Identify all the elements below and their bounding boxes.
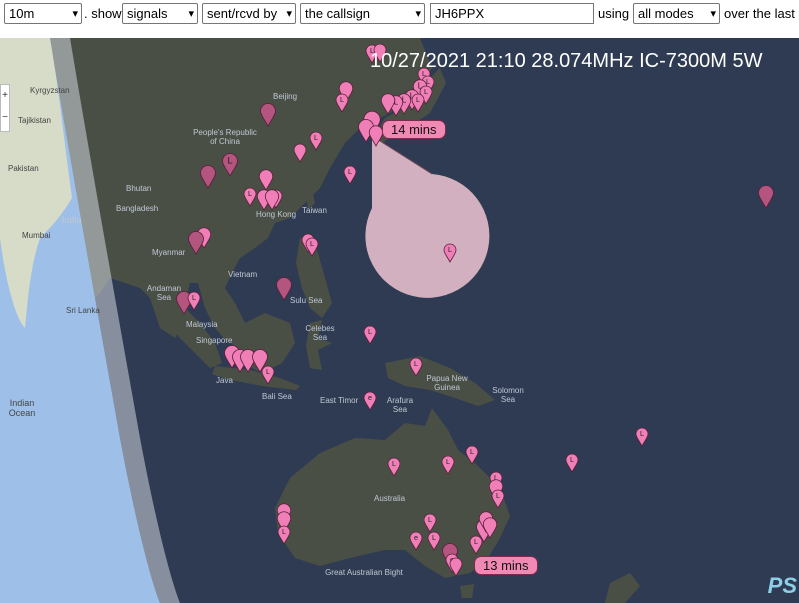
callsign-input[interactable]: JH6PPX (430, 3, 594, 24)
direction-select[interactable]: sent/rcvd by ▾ (202, 3, 296, 24)
time-tag-australia: 13 mins (474, 556, 538, 575)
map-label-beijing: Beijing (273, 92, 298, 101)
spot-marker-glyph: L (470, 447, 474, 456)
spot-marker-glyph: L (570, 455, 574, 464)
map-label-indianocean: Indian Ocean (8, 398, 36, 418)
spot-marker-glyph: L (496, 491, 500, 500)
spot-marker-glyph: e (368, 393, 372, 402)
show-label: . show (84, 6, 122, 21)
map-label-hongkong: Hong Kong (256, 210, 297, 219)
band-select[interactable]: 10m ▾ (4, 3, 82, 24)
spot-marker-glyph: L (248, 189, 252, 198)
spot-marker-glyph: L (314, 133, 318, 142)
map-label-bight: Great Australian Bight (325, 568, 403, 577)
over-label: over the last (724, 6, 795, 21)
map-label-png: Papua New Guinea (426, 374, 468, 392)
chevron-down-icon: ▾ (415, 8, 421, 20)
target-select[interactable]: the callsign ▾ (300, 3, 425, 24)
spot-marker-glyph: L (640, 429, 644, 438)
time-tag-japan: 14 mins (382, 120, 446, 139)
map-label-srilanka: Sri Lanka (66, 306, 100, 315)
target-select-value: the callsign (305, 6, 371, 21)
map-label-mumbai: Mumbai (22, 231, 51, 240)
map-label-sulu: Sulu Sea (290, 296, 323, 305)
spot-marker-glyph: L (392, 459, 396, 468)
map-label-pakistan: Pakistan (8, 164, 39, 173)
map-label-andaman: Andaman Sea (146, 284, 182, 302)
spot-marker-glyph: L (368, 327, 372, 336)
chevron-down-icon: ▾ (72, 8, 78, 20)
map-label-easttimor: East Timor (320, 396, 359, 405)
map-label-china: People's Republic of China (193, 128, 257, 146)
spot-marker-glyph: L (227, 155, 232, 165)
spot-marker-glyph: e (414, 533, 418, 542)
map-label-myanmar: Myanmar (152, 248, 186, 257)
map-label-malaysia: Malaysia (186, 320, 218, 329)
map-label-vietnam: Vietnam (228, 270, 258, 279)
zoom-control: + − (0, 84, 10, 132)
zoom-out-button[interactable]: − (1, 107, 9, 129)
chevron-down-icon: ▾ (710, 8, 716, 20)
map-label-india: India (62, 215, 82, 225)
map-title: 10/27/2021 21:10 28.074MHz IC-7300M 5W (370, 50, 763, 72)
direction-select-value: sent/rcvd by (207, 6, 278, 21)
using-label: using (598, 6, 630, 21)
mode-select-value: all modes (638, 6, 694, 21)
band-select-value: 10m (9, 6, 35, 21)
map-label-java: Java (216, 376, 233, 385)
map-label-celebes: Celebes Sea (305, 324, 335, 342)
map-label-australia: Australia (374, 494, 406, 503)
spot-marker-glyph: L (414, 359, 418, 368)
zoom-in-button[interactable]: + (1, 85, 9, 107)
chevron-down-icon: ▾ (286, 8, 292, 20)
chevron-down-icon: ▾ (188, 8, 194, 20)
spot-marker-glyph: L (428, 515, 432, 524)
map-label-tajikistan: Tajikistan (18, 116, 51, 125)
show-select-value: signals (127, 6, 168, 21)
map-label-bali: Bali Sea (262, 392, 292, 401)
spot-marker-glyph: L (424, 87, 428, 96)
map-label-bangladesh: Bangladesh (116, 204, 159, 213)
map-label-kyrgyzstan: Kyrgyzstan (30, 86, 70, 95)
callsign-input-value: JH6PPX (435, 6, 485, 21)
map-label-arafura: Arafura Sea (386, 396, 414, 414)
spot-marker-glyph: L (446, 457, 450, 466)
spot-marker-glyph: L (266, 367, 270, 376)
spot-marker-glyph: L (416, 95, 420, 104)
tasmania-landmass (460, 584, 474, 598)
spot-marker-glyph: L (282, 527, 286, 536)
control-bar: 10m ▾ . show signals ▾ sent/rcvd by ▾ th… (0, 0, 799, 38)
map-label-taiwan: Taiwan (302, 206, 327, 215)
map-label-solomon: Solomon Sea (492, 386, 524, 404)
spot-marker-glyph: L (474, 537, 478, 546)
map-label-singapore: Singapore (196, 336, 233, 345)
spot-marker-glyph: L (432, 533, 436, 542)
brand-logo: PS (767, 573, 797, 598)
spot-marker-glyph: L (340, 95, 344, 104)
spot-marker-glyph: L (310, 239, 314, 248)
spot-marker-glyph: L (192, 293, 196, 302)
spot-marker-glyph: L (448, 245, 452, 254)
show-select[interactable]: signals ▾ (122, 3, 198, 24)
map-label-bhutan: Bhutan (126, 184, 152, 193)
map-view[interactable]: LLLLLLLLLLLLLLLLLLLLLeLLLLLLLLLeLLe Kyrg… (0, 38, 799, 603)
mode-select[interactable]: all modes ▾ (633, 3, 720, 24)
spot-marker-glyph: L (348, 167, 352, 176)
